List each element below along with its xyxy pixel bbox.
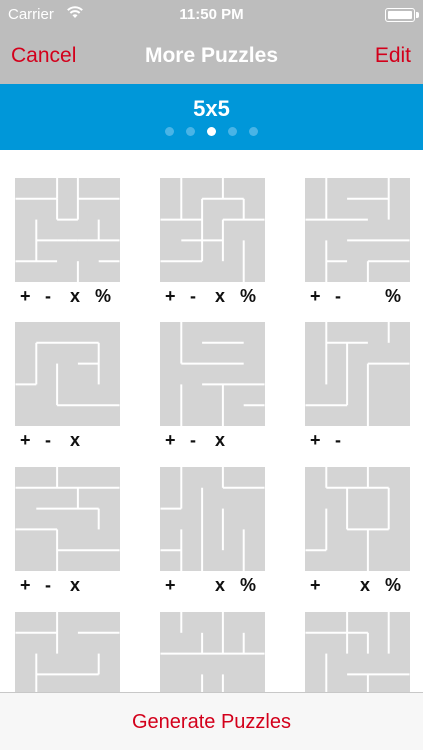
puzzle-grid: +-x%+-x%+-%+-x+-x+-+-x+x%+x%+-x%+-x%+-x%: [0, 150, 423, 692]
operation-symbol: %: [240, 286, 257, 306]
puzzle-operations: + - x: [160, 430, 270, 452]
puzzle-board: [15, 612, 120, 692]
puzzle-operations: + - x: [15, 430, 125, 452]
puzzle-operations: + - x%: [15, 286, 125, 308]
operation-symbol: -: [45, 286, 51, 306]
operation-symbol: -: [335, 286, 341, 306]
puzzle-size-header[interactable]: 5x5: [0, 84, 423, 150]
operation-symbol: -: [190, 430, 196, 450]
operation-symbol: +: [310, 430, 321, 450]
operation-symbol: -: [190, 286, 196, 306]
operation-symbol: -: [45, 575, 51, 595]
operation-symbol: x: [70, 430, 81, 450]
page-indicator[interactable]: [0, 127, 423, 137]
status-bar: Carrier 11:50 PM: [0, 0, 423, 30]
puzzle-board: [305, 178, 410, 282]
operation-symbol: +: [165, 430, 176, 450]
puzzle-thumbnail[interactable]: + - x: [15, 322, 120, 456]
operation-symbol: x: [215, 286, 226, 306]
puzzle-thumbnail[interactable]: +-x%: [160, 612, 265, 692]
operation-symbol: x: [215, 575, 226, 595]
page-dot[interactable]: [228, 127, 237, 136]
puzzle-operations: + x%: [160, 575, 270, 597]
puzzle-thumbnail[interactable]: +-x%: [305, 612, 410, 692]
operation-symbol: x: [70, 575, 81, 595]
operation-symbol: %: [95, 286, 112, 306]
operation-symbol: +: [20, 575, 31, 595]
puzzle-operations: + - x: [15, 575, 125, 597]
puzzle-thumbnail[interactable]: + x%: [305, 467, 410, 601]
puzzle-board: [160, 467, 265, 571]
edit-button[interactable]: Edit: [375, 44, 411, 68]
operation-symbol: +: [310, 286, 321, 306]
puzzle-board: [305, 322, 410, 426]
puzzle-thumbnail[interactable]: + -%: [305, 178, 410, 312]
puzzle-thumbnail[interactable]: +-x%: [160, 178, 265, 312]
operation-symbol: -: [335, 430, 341, 450]
puzzle-board: [15, 322, 120, 426]
page-dot[interactable]: [165, 127, 174, 136]
bottom-toolbar: Generate Puzzles: [0, 692, 423, 750]
operation-symbol: -: [45, 430, 51, 450]
operation-symbol: %: [385, 575, 402, 595]
battery-icon: [385, 8, 419, 22]
puzzle-thumbnail[interactable]: + -: [305, 322, 410, 456]
operation-symbol: x: [70, 286, 81, 306]
puzzle-board: [305, 467, 410, 571]
operation-symbol: +: [165, 575, 176, 595]
puzzle-operations: + -: [305, 430, 415, 452]
operation-symbol: +: [20, 286, 31, 306]
puzzle-board: [305, 612, 410, 692]
puzzle-board: [160, 322, 265, 426]
puzzle-thumbnail[interactable]: +-x%: [15, 178, 120, 312]
operation-symbol: +: [310, 575, 321, 595]
generate-puzzles-button[interactable]: Generate Puzzles: [0, 711, 423, 734]
puzzle-board: [160, 612, 265, 692]
operation-symbol: %: [240, 575, 257, 595]
puzzle-thumbnail[interactable]: +-x%: [15, 612, 120, 692]
puzzle-operations: + -%: [305, 286, 415, 308]
page-dot[interactable]: [186, 127, 195, 136]
operation-symbol: x: [215, 430, 226, 450]
puzzle-board: [15, 467, 120, 571]
puzzle-operations: + x%: [305, 575, 415, 597]
puzzle-thumbnail[interactable]: + x%: [160, 467, 265, 601]
puzzle-thumbnail[interactable]: + - x: [160, 322, 265, 456]
status-time: 11:50 PM: [179, 6, 244, 23]
operation-symbol: x: [360, 575, 371, 595]
page-title: More Puzzles: [144, 44, 279, 67]
navigation-bar: Cancel More Puzzles Edit: [0, 30, 423, 84]
page-dot[interactable]: [207, 127, 216, 136]
puzzle-thumbnail[interactable]: + - x: [15, 467, 120, 601]
page-dot[interactable]: [249, 127, 258, 136]
puzzle-operations: + - x%: [160, 286, 270, 308]
operation-symbol: +: [20, 430, 31, 450]
puzzle-size-title: 5x5: [193, 96, 230, 121]
operation-symbol: %: [385, 286, 402, 306]
puzzle-board: [15, 178, 120, 282]
operation-symbol: +: [165, 286, 176, 306]
puzzle-board: [160, 178, 265, 282]
